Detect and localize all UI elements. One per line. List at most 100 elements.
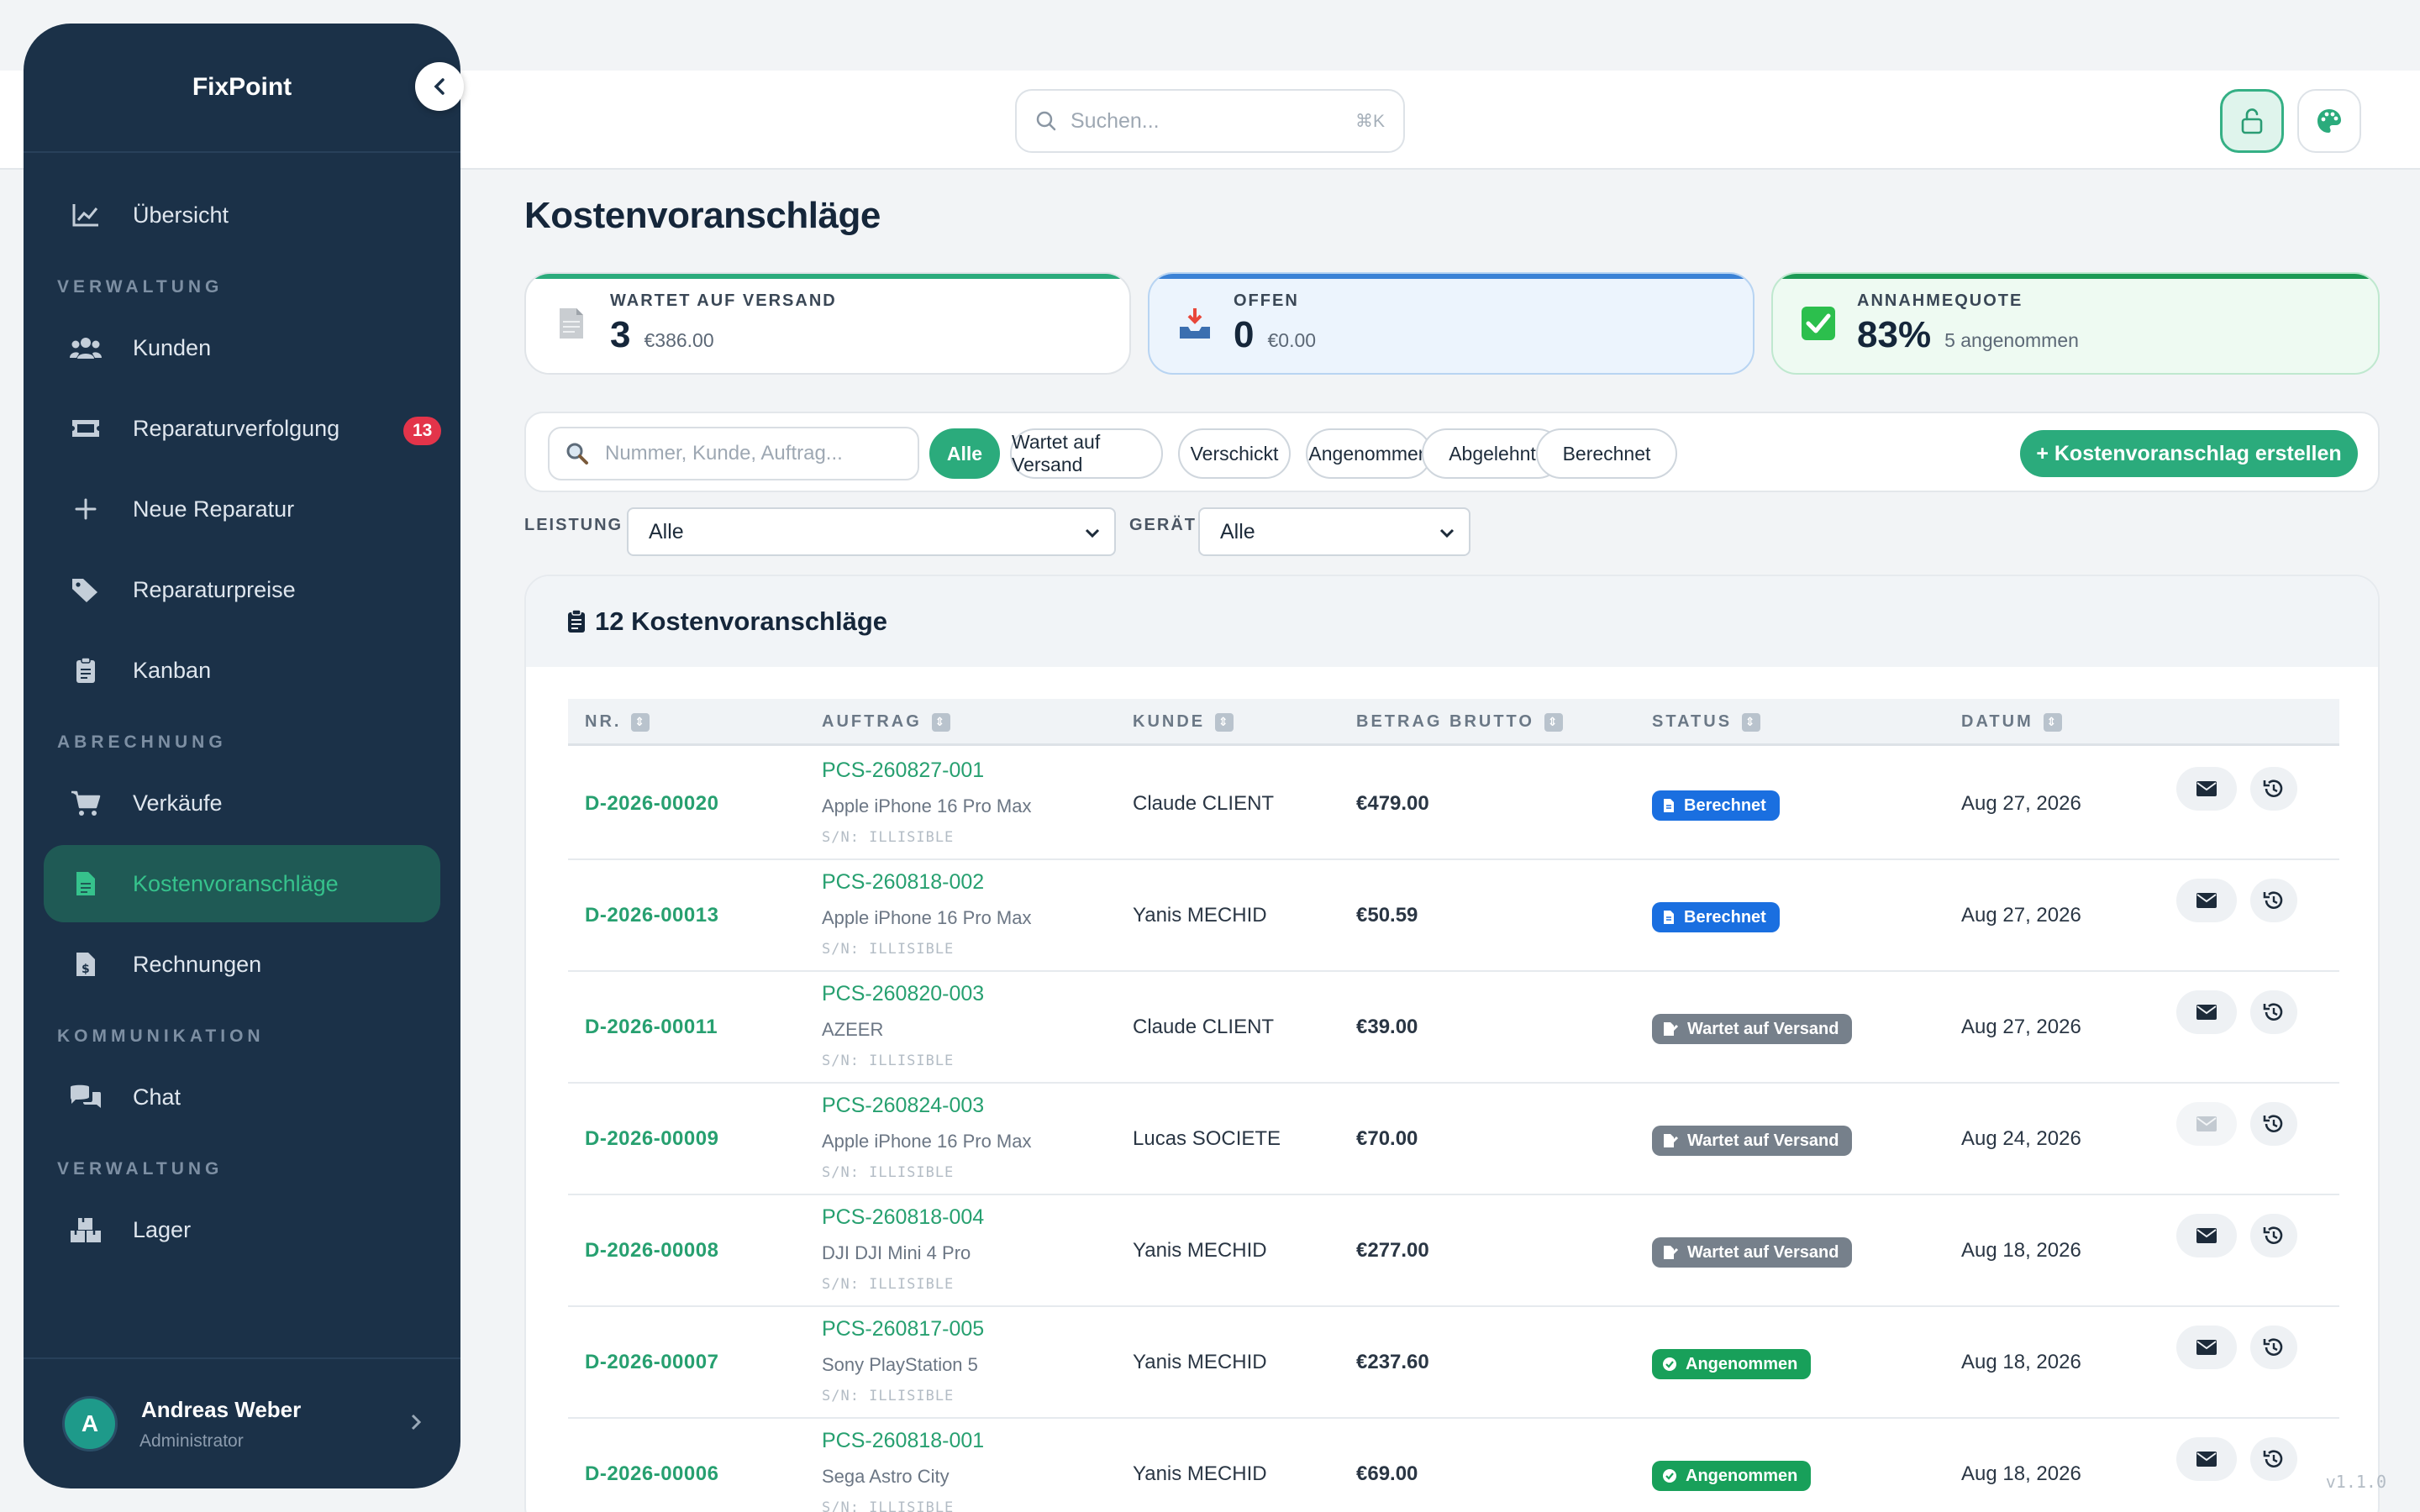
app-brand: FixPoint xyxy=(24,24,460,153)
quote-date: Aug 27, 2026 xyxy=(1961,904,2081,927)
filter-chip-berechnet[interactable]: Berechnet xyxy=(1536,428,1677,479)
lock-button[interactable] xyxy=(2220,89,2284,153)
col-datum[interactable]: DATUM ⇕ xyxy=(1961,712,2062,732)
order-link[interactable]: PCS-260817-005 xyxy=(822,1317,984,1341)
stat-value: 3 xyxy=(610,313,631,355)
status-label: Berechnet xyxy=(1684,795,1766,815)
nav-section-abrechnung: ABRECHNUNG xyxy=(57,732,227,752)
leistung-select[interactable]: Alle xyxy=(627,507,1116,556)
table-row[interactable]: D-2026-00020 PCS-260827-001 Apple iPhone 1… xyxy=(568,748,2339,860)
status-label: Berechnet xyxy=(1684,907,1766,927)
history-button[interactable] xyxy=(2250,1326,2297,1369)
quote-number-link[interactable]: D-2026-00009 xyxy=(585,1127,718,1151)
table-header: NR. ⇕ AUFTRAG ⇕ KUNDE ⇕ BETRAG BRUTTO ⇕ STAT… xyxy=(568,699,2339,746)
quote-number-link[interactable]: D-2026-00007 xyxy=(585,1351,718,1374)
filter-search-input[interactable]: Nummer, Kunde, Auftrag... xyxy=(548,427,919,480)
sidebar-item-kostenvoranschlage[interactable]: Kostenvoranschläge xyxy=(44,845,440,922)
stat-sub: €0.00 xyxy=(1267,328,1317,351)
filter-chip-wartet-auf-versand[interactable]: Wartet auf Versand xyxy=(1010,428,1163,479)
quote-number-link[interactable]: D-2026-00008 xyxy=(585,1239,718,1263)
quote-number-link[interactable]: D-2026-00013 xyxy=(585,904,718,927)
col-nr[interactable]: NR. ⇕ xyxy=(585,712,650,732)
quote-number-link[interactable]: D-2026-00011 xyxy=(585,1016,718,1039)
sidebar-item-rechnungen[interactable]: $ Rechnungen xyxy=(44,926,440,1003)
geraet-select[interactable]: Alle xyxy=(1198,507,1470,556)
col-betrag[interactable]: BETRAG BRUTTO ⇕ xyxy=(1356,712,1563,732)
palette-icon xyxy=(2317,109,2341,133)
envelope-icon xyxy=(2196,1228,2217,1243)
quote-number-link[interactable]: D-2026-00006 xyxy=(585,1462,718,1486)
global-search[interactable]: Suchen... ⌘K xyxy=(1015,89,1405,153)
status-label: Angenommen xyxy=(1686,1354,1798,1373)
order-link[interactable]: PCS-260824-003 xyxy=(822,1094,984,1118)
quote-number-link[interactable]: D-2026-00020 xyxy=(585,792,718,816)
status-label: Wartet auf Versand xyxy=(1687,1019,1839,1038)
geraet-label: GERÄT xyxy=(1129,516,1197,534)
status-badge: Wartet auf Versand xyxy=(1652,1126,1853,1156)
order-link[interactable]: PCS-260820-003 xyxy=(822,982,984,1006)
sidebar-item-ubersicht[interactable]: Übersicht xyxy=(44,176,440,254)
history-button[interactable] xyxy=(2250,767,2297,811)
status-label: Wartet auf Versand xyxy=(1687,1131,1839,1150)
table-row[interactable]: D-2026-00008 PCS-260818-004 DJI DJI Mini 4… xyxy=(568,1195,2339,1307)
history-button[interactable] xyxy=(2250,1437,2297,1481)
send-email-button[interactable] xyxy=(2176,1214,2237,1257)
send-email-button[interactable] xyxy=(2176,1102,2237,1146)
order-link[interactable]: PCS-260818-001 xyxy=(822,1429,984,1453)
col-auftrag[interactable]: AUFTRAG ⇕ xyxy=(822,712,950,732)
amount-gross: €479.00 xyxy=(1356,792,1429,815)
filter-chip-verschickt[interactable]: Verschickt xyxy=(1178,428,1291,479)
plus-icon xyxy=(69,492,103,526)
sidebar-item-kanban[interactable]: Kanban xyxy=(44,632,440,709)
search-icon xyxy=(1036,111,1056,131)
sidebar-item-chat[interactable]: Chat xyxy=(44,1058,440,1136)
filter-chip-alle[interactable]: Alle xyxy=(929,428,1000,479)
send-email-button[interactable] xyxy=(2176,1326,2237,1369)
history-icon xyxy=(2263,1450,2283,1467)
nav-section-verwaltung: VERWALTUNG xyxy=(57,1159,224,1179)
table-row[interactable]: D-2026-00007 PCS-260817-005 Sony PlayStati… xyxy=(568,1307,2339,1419)
table-row[interactable]: D-2026-00013 PCS-260818-002 Apple iPhone 1… xyxy=(568,860,2339,972)
chevron-down-icon xyxy=(1437,522,1457,549)
order-link[interactable]: PCS-260818-004 xyxy=(822,1205,984,1230)
sidebar-item-kunden[interactable]: Kunden xyxy=(44,309,440,386)
sidebar-item-neue-reparatur[interactable]: Neue Reparatur xyxy=(44,470,440,548)
col-status[interactable]: STATUS ⇕ xyxy=(1652,712,1761,732)
sidebar-item-lager[interactable]: Lager xyxy=(44,1191,440,1268)
sidebar-collapse-button[interactable] xyxy=(415,62,464,111)
amount-gross: €70.00 xyxy=(1356,1127,1418,1150)
cart-icon xyxy=(69,786,103,820)
sort-icon: ⇕ xyxy=(2043,712,2062,732)
history-button[interactable] xyxy=(2250,990,2297,1034)
sidebar-item-reparaturpreise[interactable]: Reparaturpreise xyxy=(44,551,440,628)
sidebar-item-reparaturverfolgung[interactable]: Reparaturverfolgung 13 xyxy=(44,390,442,467)
table-row[interactable]: D-2026-00011 PCS-260820-003 AZEER S/N: ILLI… xyxy=(568,972,2339,1084)
create-quote-button[interactable]: + Kostenvoranschlag erstellen xyxy=(2020,430,2358,477)
card-header: 12 Kostenvoranschläge xyxy=(526,576,2378,667)
envelope-icon xyxy=(2196,1340,2217,1355)
filter-chip-angenommen[interactable]: Angenommen xyxy=(1306,428,1432,479)
order-link[interactable]: PCS-260818-002 xyxy=(822,870,984,895)
history-button[interactable] xyxy=(2250,1102,2297,1146)
history-button[interactable] xyxy=(2250,879,2297,922)
history-button[interactable] xyxy=(2250,1214,2297,1257)
send-email-button[interactable] xyxy=(2176,879,2237,922)
table-row[interactable]: D-2026-00006 PCS-260818-001 Sega Astro Cit… xyxy=(568,1419,2339,1512)
sort-icon: ⇕ xyxy=(631,712,650,732)
filter-bar: Nummer, Kunde, Auftrag... Alle Wartet auf… xyxy=(524,412,2380,492)
send-email-button[interactable] xyxy=(2176,767,2237,811)
send-email-button[interactable] xyxy=(2176,1437,2237,1481)
theme-button[interactable] xyxy=(2297,89,2361,153)
table-row[interactable]: D-2026-00009 PCS-260824-003 Apple iPhone 1… xyxy=(568,1084,2339,1195)
order-link[interactable]: PCS-260827-001 xyxy=(822,759,984,783)
send-email-button[interactable] xyxy=(2176,990,2237,1034)
sidebar-item-verkaufe[interactable]: Verkäufe xyxy=(44,764,440,842)
status-icon xyxy=(1662,798,1676,813)
envelope-icon xyxy=(2196,1452,2217,1467)
col-kunde[interactable]: KUNDE ⇕ xyxy=(1133,712,1234,732)
row-actions xyxy=(2151,1419,2339,1512)
user-profile[interactable]: A Andreas Weber Administrator xyxy=(24,1357,460,1488)
status-icon xyxy=(1662,910,1676,925)
chevron-left-icon xyxy=(434,78,445,95)
stat-wartet-auf-versand: WARTET AUF VERSAND 3 €386.00 xyxy=(524,272,1131,375)
